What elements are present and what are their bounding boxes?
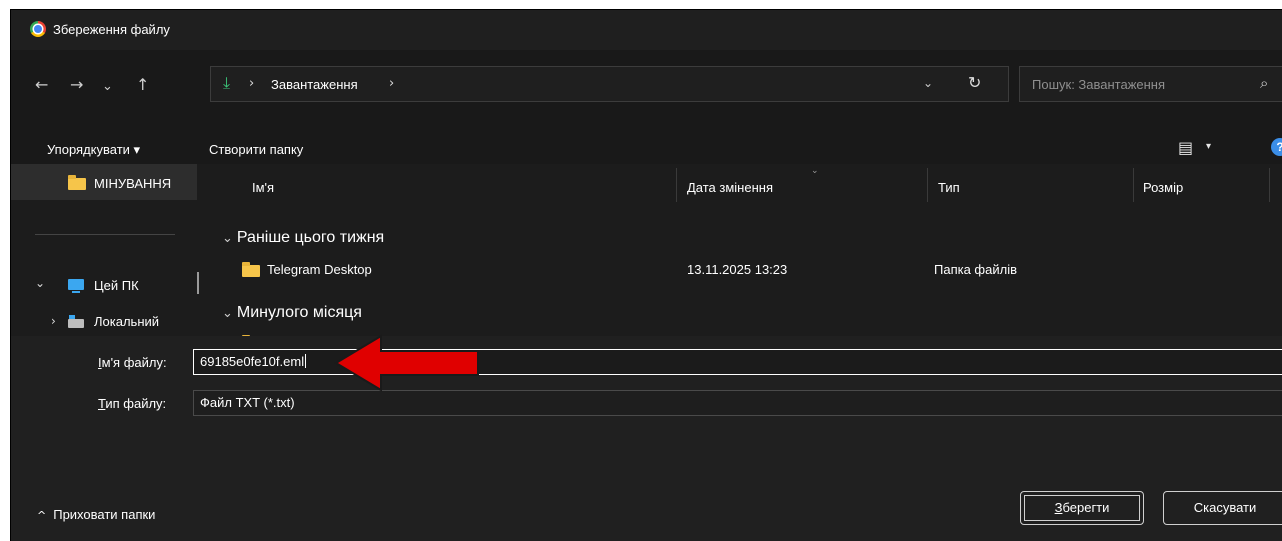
column-divider[interactable] <box>927 168 928 202</box>
search-placeholder: Пошук: Завантаження <box>1032 77 1166 92</box>
column-header-type[interactable]: Тип <box>938 180 960 195</box>
this-pc-icon <box>68 279 84 293</box>
chrome-icon <box>30 21 46 37</box>
row-date: 13.11.2025 13:23 <box>687 262 788 277</box>
search-box[interactable]: Пошук: Завантаження ⌕ <box>1019 66 1282 102</box>
red-arrow-annotation-icon <box>334 334 479 392</box>
column-header-date[interactable]: Дата змінення <box>687 180 773 195</box>
search-icon[interactable]: ⌕ <box>1260 74 1268 92</box>
sidebar-scrollbar[interactable] <box>197 272 199 294</box>
back-arrow-icon[interactable]: ← <box>35 76 48 94</box>
breadcrumb-separator-icon: › <box>249 76 255 91</box>
hide-folders-button[interactable]: ^ Приховати папки <box>37 507 155 522</box>
window-title: Збереження файлу <box>53 22 170 37</box>
breadcrumb-downloads[interactable]: Завантаження <box>271 77 358 92</box>
chevron-up-icon: ^ <box>37 509 47 522</box>
cancel-button[interactable]: Скасувати <box>1163 491 1282 525</box>
text-caret <box>305 354 307 368</box>
navigation-pane: МІНУВАННЯ ⌄ Цей ПК › Локальний <box>11 164 201 336</box>
outer-margin <box>0 0 10 540</box>
file-list: Ім'я ⌄ Дата змінення Тип Розмір ⌄ Раніше … <box>201 164 1282 336</box>
sidebar-divider <box>35 234 175 235</box>
filename-label: Ім'я файлу: <box>98 355 167 370</box>
help-icon[interactable]: ? <box>1271 138 1282 156</box>
recent-locations-chevron-icon[interactable]: ⌄ <box>102 78 113 96</box>
group-collapse-chevron-icon: ⌄ <box>222 231 233 246</box>
download-icon: ⤓ <box>223 73 231 92</box>
address-bar[interactable]: ⤓ › Завантаження › ⌄ ↻ <box>210 66 1009 102</box>
group-header-last-month[interactable]: ⌄ Минулого місяця <box>222 304 362 322</box>
filetype-label: Тип файлу: <box>98 396 167 411</box>
sidebar-item-selected-folder[interactable]: МІНУВАННЯ <box>11 164 197 200</box>
up-arrow-icon[interactable]: ↑ <box>136 76 149 94</box>
group-header-label: Раніше цього тижня <box>236 229 385 246</box>
filename-value: 69185e0fe10f.eml <box>200 354 305 369</box>
title-bar: Збереження файлу <box>11 10 1282 50</box>
filetype-value: Файл TXT (*.txt) <box>200 395 295 410</box>
forward-arrow-icon[interactable]: → <box>70 76 83 94</box>
sort-indicator-icon: ⌄ <box>811 166 819 176</box>
folder-icon <box>68 175 86 190</box>
expand-chevron-icon[interactable]: ⌄ <box>35 276 45 290</box>
group-header-this-week[interactable]: ⌄ Раніше цього тижня <box>222 229 384 247</box>
save-button[interactable]: Зберегти <box>1020 491 1144 525</box>
group-header-label: Минулого місяця <box>236 304 362 321</box>
collapse-chevron-icon[interactable]: › <box>51 314 56 328</box>
address-history-chevron-icon[interactable]: ⌄ <box>923 76 933 90</box>
column-divider[interactable] <box>1133 168 1134 202</box>
command-bar <box>11 134 1282 164</box>
organize-button[interactable]: Упорядкувати ▾ <box>47 142 140 158</box>
view-dropdown-chevron-icon[interactable]: ▾ <box>1206 141 1211 152</box>
column-divider[interactable] <box>676 168 677 202</box>
refresh-icon[interactable]: ↻ <box>968 73 981 92</box>
sidebar-item-local-drive[interactable]: Локальний <box>94 314 197 329</box>
sidebar-item-label: МІНУВАННЯ <box>94 176 172 191</box>
group-collapse-chevron-icon: ⌄ <box>222 306 233 321</box>
local-drive-icon <box>68 315 84 328</box>
sidebar-item-this-pc[interactable]: Цей ПК <box>94 278 139 293</box>
breadcrumb-separator-icon[interactable]: › <box>389 76 394 91</box>
column-divider[interactable] <box>1269 168 1270 202</box>
row-name: Telegram Desktop <box>267 262 372 277</box>
column-header-name[interactable]: Ім'я <box>252 180 274 195</box>
new-folder-button[interactable]: Створити папку <box>209 142 303 157</box>
row-type: Папка файлів <box>934 262 1017 277</box>
column-header-size[interactable]: Розмір <box>1143 180 1183 195</box>
save-file-dialog: Збереження файлу ← → ⌄ ↑ ⤓ › Завантаженн… <box>10 9 1282 541</box>
folder-icon <box>242 262 260 277</box>
view-options-icon[interactable]: ▤ <box>1178 138 1193 157</box>
